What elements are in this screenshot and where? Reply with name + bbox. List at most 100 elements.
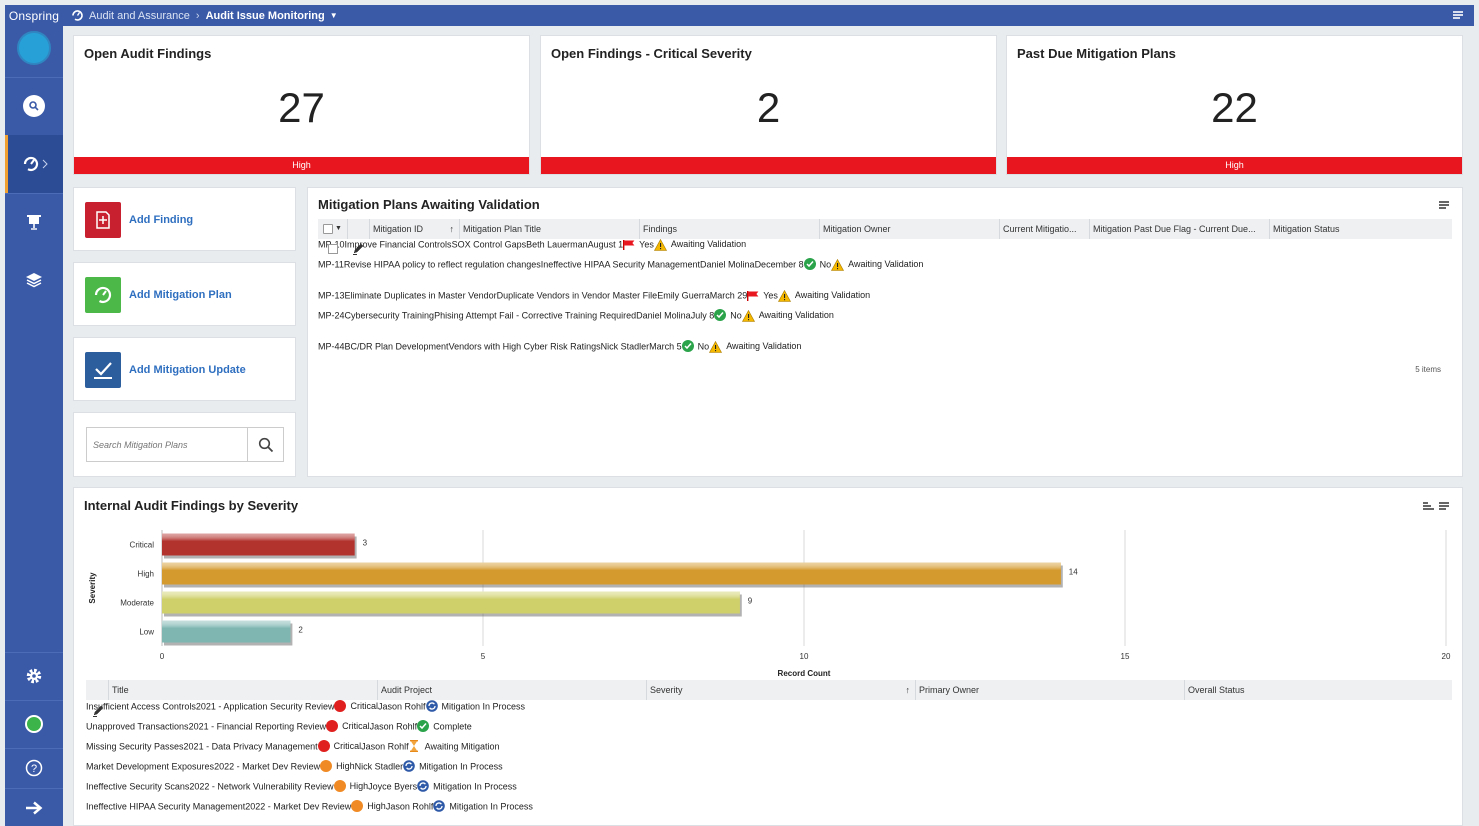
due-date: March 29 — [709, 290, 748, 301]
layers-nav-button[interactable] — [5, 251, 63, 309]
col-plan-title[interactable]: Mitigation Plan Title — [460, 219, 640, 239]
col-mitigation-id[interactable]: Mitigation ID ↑ — [370, 219, 460, 239]
edit-pencil-icon[interactable] — [352, 243, 364, 255]
table-row[interactable]: Unapproved Transactions2021 - Financial … — [86, 706, 1452, 741]
select-all-header[interactable]: ▼ — [318, 219, 348, 239]
mitigation-status: Awaiting Validation — [653, 239, 746, 251]
breadcrumb-separator: › — [195, 9, 200, 22]
add-mitigation-update-icon — [85, 352, 121, 388]
search-input[interactable] — [87, 428, 249, 461]
col-severity[interactable]: Severity ↑ — [647, 680, 916, 700]
col-status[interactable]: Mitigation Status — [1270, 219, 1452, 239]
search-nav-button[interactable] — [5, 77, 63, 135]
help-nav-button[interactable]: ? — [5, 748, 63, 788]
col-past-due-flag[interactable]: Mitigation Past Due Flag - Current Due..… — [1090, 219, 1270, 239]
table-row[interactable]: MP-44BC/DR Plan DevelopmentVendors with … — [318, 244, 1452, 361]
table-row[interactable]: MP-10Improve Financial ControlsSOX Contr… — [318, 239, 1452, 259]
presentation-nav-button[interactable] — [5, 193, 63, 251]
chevron-down-icon[interactable]: ▼ — [330, 11, 338, 20]
kpi-value: 2 — [756, 84, 781, 131]
chevron-down-icon[interactable]: ▼ — [335, 219, 342, 239]
breadcrumb-parent-link[interactable]: Audit and Assurance — [89, 10, 190, 22]
menu-icon[interactable] — [1438, 200, 1450, 210]
owner-link[interactable]: Jason Rohlf — [378, 701, 426, 711]
col-title[interactable]: Title — [109, 680, 378, 700]
kpi-open-critical-findings[interactable]: Open Findings - Critical Severity 2 — [540, 35, 997, 175]
owner-link[interactable]: Daniel Molina — [636, 310, 691, 320]
menu-icon[interactable] — [1452, 9, 1464, 21]
table-row[interactable]: Insufficient Access Controls2021 - Appli… — [86, 700, 1452, 721]
plan-title: Cybersecurity Training — [344, 310, 435, 321]
col-audit-project[interactable]: Audit Project — [378, 680, 647, 700]
owner-link[interactable]: Daniel Molina — [700, 259, 755, 269]
owner-link[interactable]: Beth Lauerman — [526, 239, 588, 249]
help-icon: ? — [25, 759, 43, 777]
search-button[interactable] — [247, 428, 283, 461]
severity: High — [333, 780, 368, 792]
finding-link[interactable]: SOX Control Gaps — [452, 239, 527, 249]
breadcrumb-current-dropdown[interactable]: Audit Issue Monitoring — [206, 10, 325, 22]
finding-link[interactable]: Duplicate Vendors in Vendor Master File — [497, 290, 658, 300]
table-row[interactable]: Missing Security Passes2021 - Data Priva… — [86, 706, 1452, 761]
bar-highlight — [162, 562, 1061, 585]
finding-link[interactable]: Phising Attempt Fail - Corrective Traini… — [434, 310, 636, 320]
in-process-icon — [433, 800, 449, 812]
select-all-checkbox[interactable] — [323, 224, 333, 234]
row-checkbox[interactable] — [328, 244, 338, 254]
audit-project-link[interactable]: 2021 - Application Security Review — [196, 701, 335, 711]
table-row[interactable]: MP-24Cybersecurity TrainingPhising Attem… — [318, 244, 1452, 341]
table-row[interactable]: Ineffective HIPAA Security Management202… — [86, 706, 1452, 821]
kpi-title: Past Due Mitigation Plans — [1017, 46, 1176, 61]
col-current-date[interactable]: Current Mitigatio... — [1000, 219, 1090, 239]
status-nav-button[interactable] — [5, 700, 63, 748]
add-finding-button[interactable]: Add Finding — [73, 187, 296, 251]
severity-dot-icon — [334, 700, 347, 712]
severity-dot-icon — [320, 760, 333, 772]
col-findings[interactable]: Findings — [640, 219, 820, 239]
check-circle-icon — [417, 720, 433, 732]
audit-project-link[interactable]: 2022 - Network Vulnerability Review — [189, 781, 333, 791]
add-mitigation-update-button[interactable]: Add Mitigation Update — [73, 337, 296, 401]
owner-link[interactable]: Jason Rohlf — [386, 801, 434, 811]
audit-project-link[interactable]: 2021 - Financial Reporting Review — [189, 721, 327, 731]
audit-project-link[interactable]: 2022 - Market Dev Review — [245, 801, 351, 811]
audit-project-link[interactable]: 2022 - Market Dev Review — [214, 761, 320, 771]
edit-pencil-icon[interactable] — [92, 705, 104, 717]
table-row[interactable]: MP-13Eliminate Duplicates in Master Vend… — [318, 244, 1452, 310]
owner-link[interactable]: Nick Stadler — [355, 761, 404, 771]
logout-nav-button[interactable] — [5, 788, 63, 826]
owner-link[interactable]: Jason Rohlf — [361, 741, 409, 751]
table-row[interactable]: MP-11Revise HIPAA policy to reflect regu… — [318, 244, 1452, 290]
severity: Critical — [334, 700, 378, 712]
kpi-open-audit-findings[interactable]: Open Audit Findings 27 High — [73, 35, 530, 175]
findings-table-body: Insufficient Access Controls2021 - Appli… — [86, 700, 1452, 821]
table-row[interactable]: Ineffective Security Scans2022 - Network… — [86, 706, 1452, 801]
dashboard-nav-button[interactable] — [5, 135, 63, 193]
finding-title: Ineffective HIPAA Security Management — [86, 801, 246, 812]
findings-table-header: Title Audit Project Severity ↑ Primary Ow… — [86, 680, 1452, 700]
col-primary-owner[interactable]: Primary Owner — [916, 680, 1185, 700]
mitigation-status: Awaiting Validation — [831, 259, 923, 271]
finding-link[interactable]: Vendors with High Cyber Risk Ratings — [449, 341, 601, 351]
finding-title: Missing Security Passes — [86, 741, 184, 752]
finding-link[interactable]: Ineffective HIPAA Security Management — [541, 259, 700, 269]
audit-project-link[interactable]: 2021 - Data Privacy Management — [184, 741, 318, 751]
warning-icon — [709, 341, 723, 353]
owner-link[interactable]: Nick Stadler — [601, 341, 650, 351]
table-row[interactable]: Market Development Exposures2022 - Marke… — [86, 706, 1452, 781]
settings-nav-button[interactable] — [5, 652, 63, 700]
col-overall-status[interactable]: Overall Status — [1185, 680, 1452, 700]
mitigation-status: Awaiting Validation — [777, 290, 870, 302]
avatar[interactable] — [17, 31, 51, 65]
owner-link[interactable]: Joyce Byers — [368, 781, 417, 791]
kpi-value: 22 — [1211, 84, 1258, 131]
add-mitigation-plan-button[interactable]: Add Mitigation Plan — [73, 262, 296, 326]
col-owner[interactable]: Mitigation Owner — [820, 219, 1000, 239]
warning-icon — [741, 310, 755, 322]
kpi-past-due-plans[interactable]: Past Due Mitigation Plans 22 High — [1006, 35, 1463, 175]
plan-title: Revise HIPAA policy to reflect regulatio… — [343, 259, 541, 270]
owner-link[interactable]: Jason Rohlf — [370, 721, 418, 731]
mitigation-status: Awaiting Validation — [741, 310, 834, 322]
owner-link[interactable]: Emily Guerra — [657, 290, 710, 300]
y-tick-label: High — [138, 570, 154, 579]
